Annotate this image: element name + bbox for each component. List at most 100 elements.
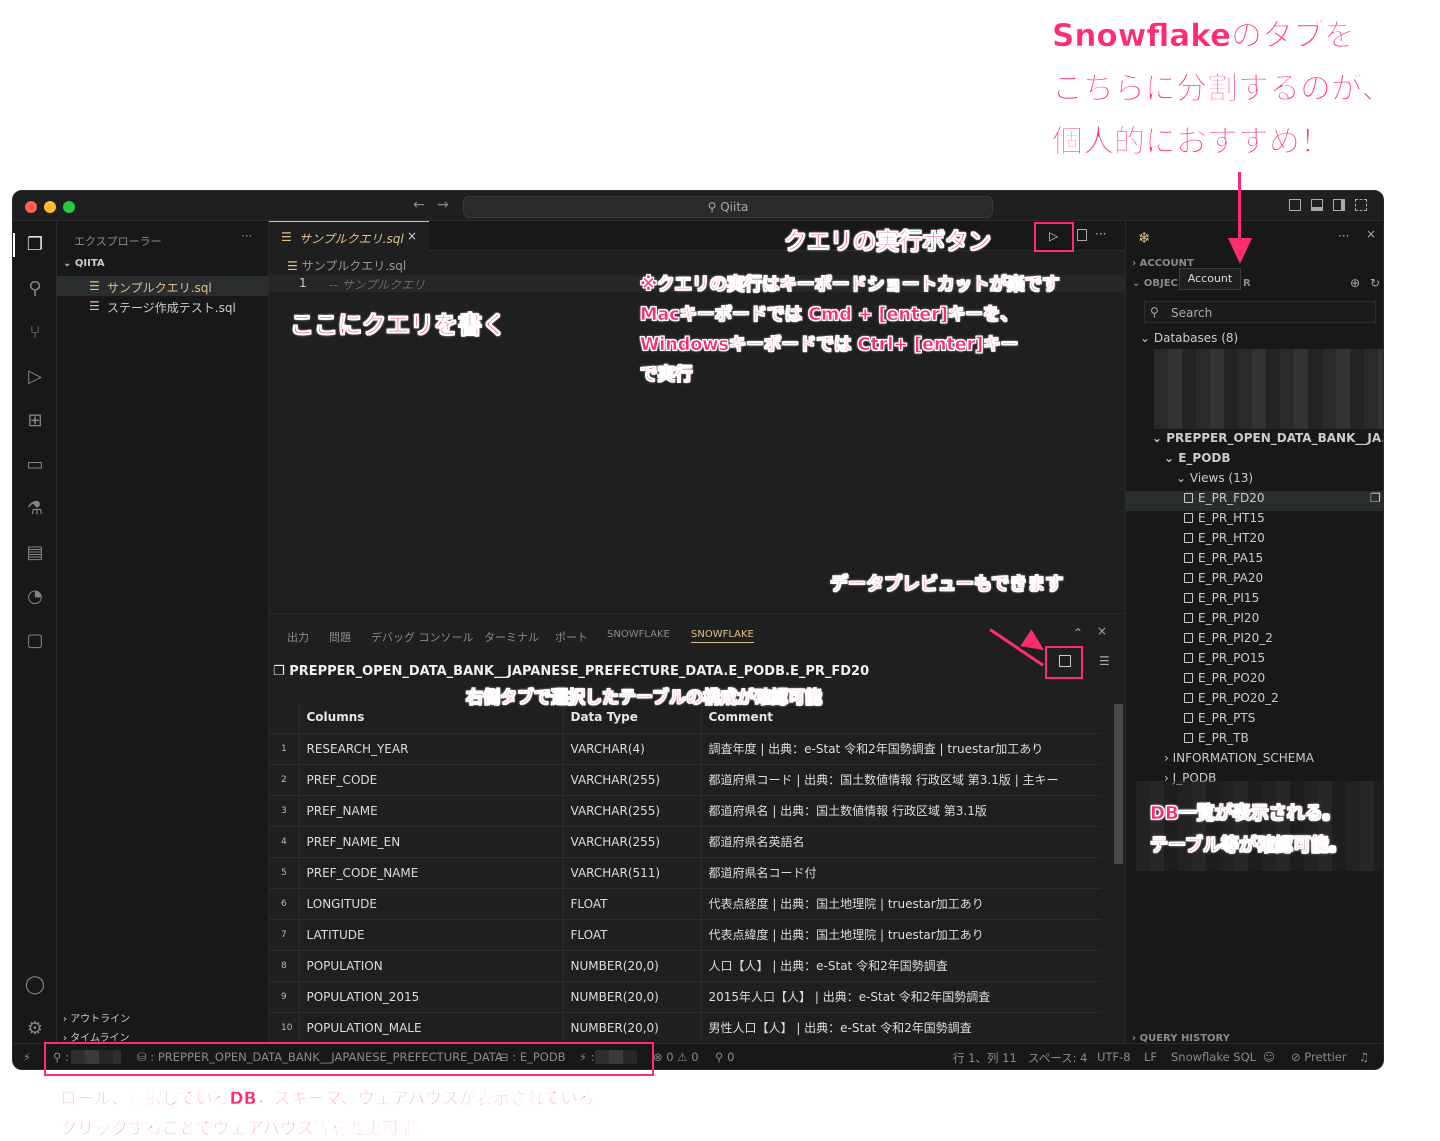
row-number-cell: 1 [269, 733, 299, 765]
copilot-icon[interactable]: ☺ [1263, 1050, 1275, 1064]
indentation[interactable]: スペース: 4 [1028, 1050, 1087, 1066]
view-item[interactable]: E_PR_PI20 [1126, 611, 1383, 631]
command-center[interactable]: ⚲ Qiita [463, 196, 993, 218]
more-actions-icon[interactable]: ··· [1095, 227, 1106, 241]
forward-arrow-icon[interactable]: → [437, 197, 449, 213]
prettier-indicator[interactable]: ⊘ Prettier [1291, 1050, 1347, 1064]
run-debug-icon[interactable]: ▷ [23, 365, 47, 389]
table-row[interactable]: 3 PREF_NAME VARCHAR(255) 都道府県名 | 出典：国土数値情報 … [269, 795, 1101, 827]
settings-gear-icon[interactable]: ⚙ [23, 1017, 47, 1041]
panel-tab-snowflake[interactable]: SNOWFLAKE [607, 629, 670, 640]
toggle-secondary-sidebar-icon[interactable] [1333, 199, 1345, 211]
row-number-cell: 7 [269, 919, 299, 951]
more-actions-icon[interactable]: ··· [1338, 229, 1349, 243]
panel-tab-snowflake-active[interactable]: SNOWFLAKE [691, 629, 754, 643]
problems-indicator[interactable]: ⊗ 0 ⚠ 0 [653, 1050, 699, 1064]
view-item[interactable]: E_PR_FD20 ❐ [1126, 491, 1383, 511]
table-row[interactable]: 2 PREF_CODE VARCHAR(255) 都道府県コード | 出典：国土数値情… [269, 764, 1101, 796]
close-tab-icon[interactable]: × [407, 229, 417, 243]
source-control-icon[interactable]: ⑂ [23, 321, 47, 345]
schema-node[interactable]: › INFORMATION_SCHEMA [1164, 751, 1314, 765]
view-item[interactable]: E_PR_PI15 [1126, 591, 1383, 611]
database-file-icon: ☰ [89, 279, 100, 293]
view-item[interactable]: E_PR_PO20 [1126, 671, 1383, 691]
view-item[interactable]: E_PR_TB [1126, 731, 1383, 751]
files-icon[interactable]: ❐ [23, 233, 47, 257]
view-item[interactable]: E_PR_PO15 [1126, 651, 1383, 671]
remote-icon[interactable]: ⚡ [23, 1050, 31, 1064]
bell-icon[interactable]: ♫ [1359, 1050, 1369, 1064]
new-file-icon[interactable]: ⊕ [1350, 276, 1360, 290]
view-item[interactable]: E_PR_PTS [1126, 711, 1383, 731]
view-label: E_PR_PO20_2 [1198, 691, 1279, 705]
search-icon[interactable]: ⚲ [23, 277, 47, 301]
view-item[interactable]: E_PR_PO20_2 [1126, 691, 1383, 711]
end-of-line[interactable]: LF [1144, 1050, 1157, 1064]
table-row[interactable]: 9 POPULATION_2015 NUMBER(20,0) 2015年人口【人】 |… [269, 981, 1101, 1013]
data-type-cell: FLOAT [562, 919, 701, 951]
table-row[interactable]: 10 POPULATION_MALE NUMBER(20,0) 男性人口【人】 | 出… [269, 1012, 1101, 1044]
testing-icon[interactable]: ⚗ [23, 497, 47, 521]
close-window-button[interactable] [25, 201, 37, 213]
view-item[interactable]: E_PR_PA15 [1126, 551, 1383, 571]
table-row[interactable]: 4 PREF_NAME_EN VARCHAR(255) 都道府県名英語名 [269, 826, 1101, 858]
table-row[interactable]: 8 POPULATION NUMBER(20,0) 人口【人】 | 出典：e-Stat… [269, 950, 1101, 982]
comment-cell: 人口【人】 | 出典：e-Stat 令和2年国勢調査 [700, 950, 1101, 982]
view-item[interactable]: E_PR_PI20_2 [1126, 631, 1383, 651]
annotation-line: ※クエリの実行はキーボードショートカットが楽です [640, 275, 1060, 296]
views-node[interactable]: ⌄ Views (13) [1176, 471, 1253, 485]
split-editor-icon[interactable] [1077, 229, 1087, 241]
file-item-active[interactable]: ☰ サンプルクエリ.sql [57, 276, 268, 296]
view-icon [1184, 673, 1193, 683]
cursor-position[interactable]: 行 1、列 11 [953, 1050, 1017, 1066]
remote-explorer-icon[interactable]: ▭ [23, 453, 47, 477]
back-arrow-icon[interactable]: ← [413, 197, 425, 213]
git-graph-icon[interactable]: ◔ [23, 585, 47, 609]
breadcrumb[interactable]: ☰ サンプルクエリ.sql [287, 257, 406, 274]
zoom-window-button[interactable] [63, 201, 75, 213]
panel-tab-output[interactable]: 出力 [287, 629, 309, 645]
maximize-panel-icon[interactable]: ⌃ [1073, 626, 1083, 640]
comments-icon[interactable]: ▢ [23, 629, 47, 653]
annotation-line: で実行 [640, 365, 693, 386]
panel-tab-terminal[interactable]: ターミナル [484, 629, 539, 645]
copy-icon[interactable]: ❐ [1370, 491, 1381, 505]
panel-tab-ports[interactable]: ポート [555, 629, 588, 645]
scrollbar-thumb[interactable] [1114, 704, 1123, 864]
table-row[interactable]: 6 LONGITUDE FLOAT 代表点経度 | 出典：国土地理院 | truest… [269, 888, 1101, 920]
view-item[interactable]: E_PR_HT15 [1126, 511, 1383, 531]
schema-node[interactable]: ⌄ E_PODB [1164, 451, 1231, 465]
encoding[interactable]: UTF-8 [1097, 1050, 1131, 1064]
panel-tab-debug-console[interactable]: デバッグ コンソール [371, 629, 474, 645]
close-sidebar-icon[interactable]: × [1366, 227, 1376, 241]
outline-section[interactable]: › アウトライン [63, 1010, 130, 1025]
file-item[interactable]: ☰ ステージ作成テスト.sql [57, 296, 268, 316]
panel-tab-problems[interactable]: 問題 [329, 629, 351, 645]
annotation-line: クリックすることでウェアハウス等を変更可能。 [60, 1119, 433, 1140]
view-item[interactable]: E_PR_HT20 [1126, 531, 1383, 551]
toggle-sidebar-icon[interactable] [1289, 199, 1301, 211]
table-row[interactable]: 7 LATITUDE FLOAT 代表点緯度 | 出典：国土地理院 | truesta… [269, 919, 1101, 951]
search-input[interactable]: ⚲ Search [1144, 301, 1376, 323]
ports-indicator[interactable]: ⚲ 0 [715, 1050, 734, 1064]
minimize-window-button[interactable] [44, 201, 56, 213]
code-line[interactable]: -- サンプルクエリ [329, 276, 425, 293]
databases-node[interactable]: ⌄ Databases (8) [1140, 331, 1238, 345]
database-node[interactable]: ⌄ PREPPER_OPEN_DATA_BANK__JA... [1152, 431, 1383, 445]
extensions-icon[interactable]: ⊞ [23, 409, 47, 433]
table-row[interactable]: 1 RESEARCH_YEAR VARCHAR(4) 調査年度 | 出典：e-Stat… [269, 733, 1101, 765]
language-mode[interactable]: Snowflake SQL [1171, 1050, 1256, 1064]
more-actions-icon[interactable]: ··· [241, 229, 252, 243]
objects-section[interactable]: ⌄ OBJEC [1132, 278, 1178, 289]
describe-icon[interactable]: ☰ [1099, 654, 1110, 668]
editor-tab[interactable]: ☰ サンプルクエリ.sql × [269, 221, 429, 251]
refresh-icon[interactable]: ↻ [1370, 276, 1380, 290]
docker-icon[interactable]: ▤ [23, 541, 47, 565]
account-icon[interactable]: ◯ [23, 973, 47, 997]
customize-layout-icon[interactable] [1355, 199, 1367, 211]
toggle-panel-icon[interactable] [1311, 199, 1323, 211]
view-item[interactable]: E_PR_PA20 [1126, 571, 1383, 591]
close-panel-icon[interactable]: × [1097, 624, 1107, 638]
folder-header[interactable]: ⌄ QIITA [63, 258, 105, 269]
table-row[interactable]: 5 PREF_CODE_NAME VARCHAR(511) 都道府県名コード付 [269, 857, 1101, 889]
